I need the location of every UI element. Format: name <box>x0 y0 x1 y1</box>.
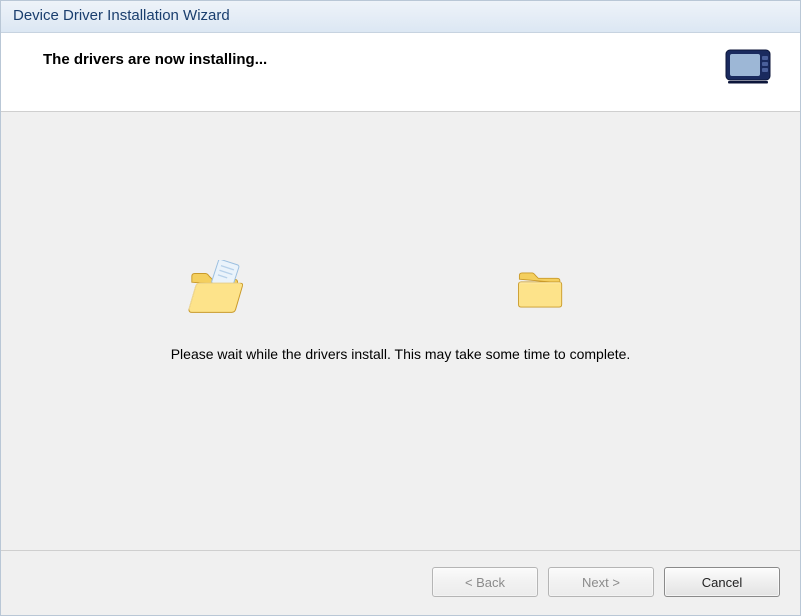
back-button: < Back <box>432 567 538 597</box>
window-title: Device Driver Installation Wizard <box>13 7 230 24</box>
closed-folder-icon <box>506 260 576 320</box>
wait-message: Please wait while the drivers install. T… <box>171 346 631 362</box>
device-icon <box>724 47 776 85</box>
wizard-heading: The drivers are now installing... <box>43 51 267 68</box>
wizard-window: Device Driver Installation Wizard The dr… <box>0 0 801 616</box>
wizard-header: The drivers are now installing... <box>1 33 800 112</box>
wizard-footer: < Back Next > Cancel <box>1 550 800 615</box>
titlebar: Device Driver Installation Wizard <box>1 1 800 33</box>
next-button: Next > <box>548 567 654 597</box>
cancel-button[interactable]: Cancel <box>664 567 780 597</box>
wizard-content: Please wait while the drivers install. T… <box>1 112 800 550</box>
progress-illustration <box>0 260 780 320</box>
open-folder-with-file-icon <box>186 260 256 320</box>
